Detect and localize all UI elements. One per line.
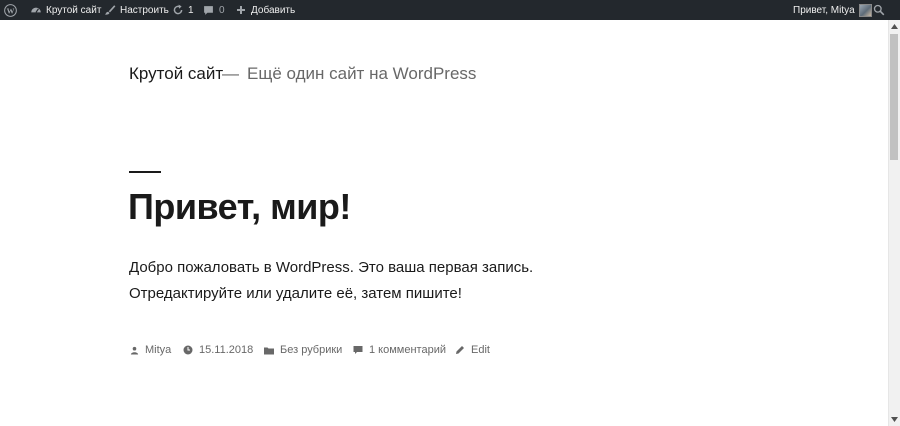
post-date[interactable]: 15.11.2018 (183, 344, 253, 356)
site-description: Ещё один сайт на WordPress (247, 64, 477, 83)
scroll-up-arrow-icon[interactable] (888, 20, 900, 33)
customize-menu[interactable]: Настроить (103, 0, 169, 20)
post-title[interactable]: Привет, мир! (128, 186, 351, 228)
avatar (858, 3, 872, 17)
comment-icon (202, 4, 215, 17)
comments-link[interactable]: 1 комментарий (369, 344, 446, 356)
dashboard-icon (29, 4, 42, 17)
customize-label: Настроить (120, 4, 169, 16)
greeting-label: Привет, Mitya (793, 4, 855, 16)
pencil-icon (455, 345, 465, 355)
post-divider (129, 171, 161, 173)
category-link[interactable]: Без рубрики (280, 344, 342, 356)
site-title-link[interactable]: Крутой сайт (129, 64, 223, 84)
scroll-down-arrow-icon[interactable] (888, 413, 900, 426)
refresh-icon (171, 4, 184, 17)
new-content-menu[interactable]: Добавить (234, 0, 295, 20)
brush-icon (103, 4, 116, 17)
wordpress-logo-icon: W (4, 3, 17, 17)
comment-icon (353, 345, 363, 355)
my-account-menu[interactable]: Привет, Mitya (793, 0, 872, 20)
post-paragraph: Добро пожаловать в WordPress. Это ваша п… (129, 259, 534, 276)
wordpress-logo-menu[interactable]: W (4, 0, 17, 20)
post-edit[interactable]: Edit (455, 344, 490, 356)
site-name-menu[interactable]: Крутой сайт (29, 0, 101, 20)
new-content-label: Добавить (251, 4, 296, 16)
folder-icon (264, 345, 274, 355)
post-category[interactable]: Без рубрики (264, 344, 342, 356)
title-separator: — (222, 64, 239, 83)
comments-count: 0 (219, 4, 225, 16)
updates-menu[interactable]: 1 (171, 0, 194, 20)
search-icon (872, 4, 885, 17)
plus-icon (234, 4, 247, 17)
site-name-label: Крутой сайт (46, 4, 102, 16)
user-icon (129, 345, 139, 355)
admin-bar: W Крутой сайт Настроить 1 0 Добавить При… (0, 0, 900, 20)
post-paragraph: Отредактируйте или удалите её, затем пиш… (129, 285, 462, 302)
comments-menu[interactable]: 0 (202, 0, 225, 20)
updates-count: 1 (188, 4, 194, 16)
scrollbar-thumb[interactable] (890, 34, 898, 160)
date-link[interactable]: 15.11.2018 (199, 344, 253, 356)
edit-link[interactable]: Edit (471, 344, 490, 356)
post-comments[interactable]: 1 комментарий (353, 344, 446, 356)
author-link[interactable]: Mitya (145, 344, 171, 356)
post-author[interactable]: Mitya (129, 344, 171, 356)
search-button[interactable] (872, 0, 885, 20)
clock-icon (183, 345, 193, 355)
svg-text:W: W (7, 6, 15, 15)
